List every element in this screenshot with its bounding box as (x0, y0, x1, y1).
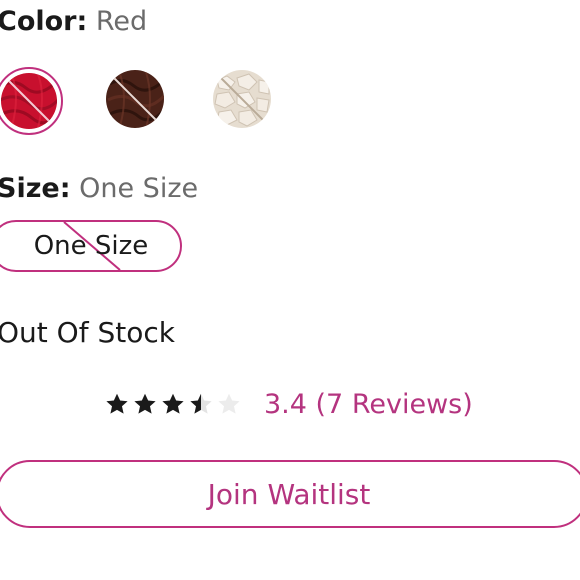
color-selected-value: Red (95, 6, 148, 37)
size-label-row: Size: One Size (0, 175, 198, 202)
stock-status: Out Of Stock (0, 316, 175, 349)
swatch-cream[interactable] (213, 70, 271, 128)
color-label-row: Color: Red (0, 8, 147, 35)
color-swatches (0, 67, 300, 135)
swatch-brown[interactable] (106, 70, 164, 128)
star-rating (104, 391, 244, 417)
reviews-link[interactable]: 3.4 (7 Reviews) (264, 389, 473, 420)
color-label: Color: (0, 6, 88, 37)
join-waitlist-button[interactable]: Join Waitlist (0, 460, 580, 528)
size-option-label: One Size (33, 231, 149, 261)
size-option-one-size[interactable]: One Size (0, 220, 182, 272)
swatch-brown-graphic (106, 70, 164, 128)
rating-summary: 3.4 (7 Reviews) (104, 386, 473, 422)
star-half-icon (188, 391, 216, 417)
swatch-red[interactable] (0, 66, 64, 136)
star-empty-icon (216, 391, 244, 417)
star-full-icon (132, 391, 160, 417)
star-full-icon (160, 391, 188, 417)
size-label: Size: (0, 173, 71, 204)
star-full-icon (104, 391, 132, 417)
swatch-red-graphic (0, 67, 63, 135)
swatch-cream-graphic (213, 70, 271, 128)
size-selected-value: One Size (79, 173, 199, 204)
